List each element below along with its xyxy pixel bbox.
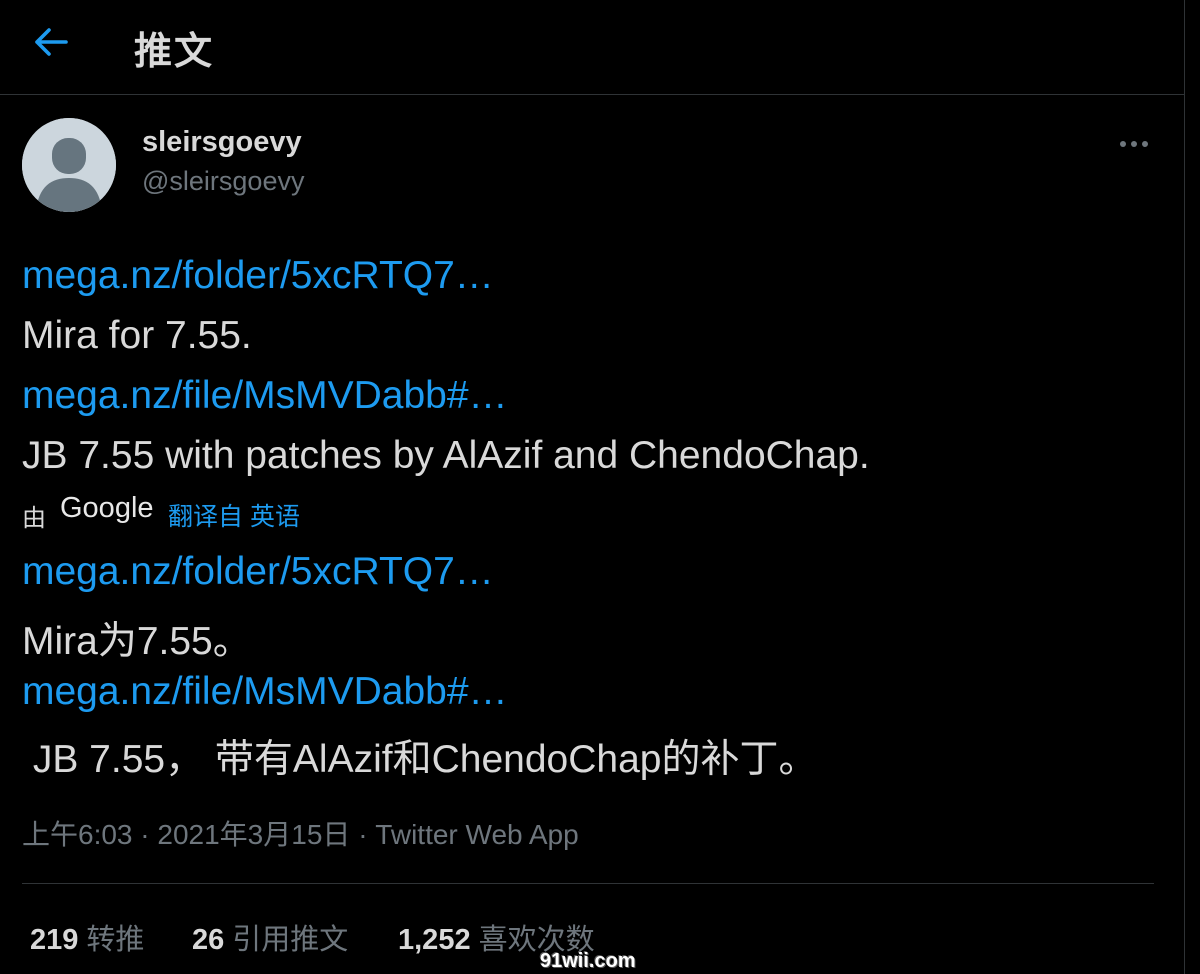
translated-by-label: 由 (22, 505, 46, 532)
watermark: 91wii.com (540, 950, 636, 972)
avatar[interactable] (22, 118, 116, 212)
back-button[interactable] (24, 16, 76, 68)
more-dots-icon (1120, 141, 1126, 147)
tweet-meta: 上午6:03 · 2021年3月15日 · Twitter Web App (22, 813, 579, 853)
meta-separator: · (140, 819, 150, 850)
translated-from-link[interactable]: 翻译自 英语 (168, 497, 300, 533)
translated-text-line: JB 7.55， 带有AlAzif和ChendoChap的补丁。 (22, 738, 818, 781)
tweet-date[interactable]: 2021年3月15日 (157, 819, 350, 850)
page-title: 推文 (134, 31, 215, 73)
retweets-label: 转推 (86, 924, 145, 956)
retweets-count: 219 (30, 924, 79, 956)
tweet-page: 推文 sleirsgoevy @sleirsgoevy mega.nz/fold… (0, 0, 1185, 974)
tweet-link-folder[interactable]: mega.nz/folder/5xcRTQ7… (22, 254, 494, 298)
arrow-left-icon (35, 28, 68, 56)
quotes-count: 26 (192, 924, 225, 956)
tweet-link-file[interactable]: mega.nz/file/MsMVDabb#… (22, 374, 508, 418)
translated-text-line: Mira为7.55。 (22, 620, 252, 663)
translated-link-file[interactable]: mega.nz/file/MsMVDabb#… (22, 670, 508, 714)
author-handle[interactable]: @sleirsgoevy (142, 166, 304, 197)
divider (22, 883, 1154, 884)
tweet-text-line: JB 7.55 with patches by AlAzif and Chend… (22, 434, 870, 477)
page-header: 推文 (0, 0, 1184, 95)
more-options-button[interactable] (1104, 124, 1164, 164)
tweet-time[interactable]: 上午6:03 (22, 819, 133, 850)
translated-link-folder[interactable]: mega.nz/folder/5xcRTQ7… (22, 550, 494, 594)
google-logo: Google (60, 492, 154, 524)
author-display-name[interactable]: sleirsgoevy (142, 126, 302, 159)
default-avatar-icon (22, 118, 116, 212)
more-dot (1131, 141, 1137, 147)
retweets-stat[interactable]: 219 转推 (30, 916, 144, 958)
more-dot (1142, 141, 1148, 147)
meta-separator: · (358, 819, 368, 850)
quotes-stat[interactable]: 26 引用推文 (192, 916, 348, 958)
likes-count: 1,252 (398, 924, 471, 956)
tweet-source[interactable]: Twitter Web App (375, 819, 578, 850)
tweet-text-line: Mira for 7.55. (22, 314, 252, 357)
quotes-label: 引用推文 (232, 924, 349, 956)
